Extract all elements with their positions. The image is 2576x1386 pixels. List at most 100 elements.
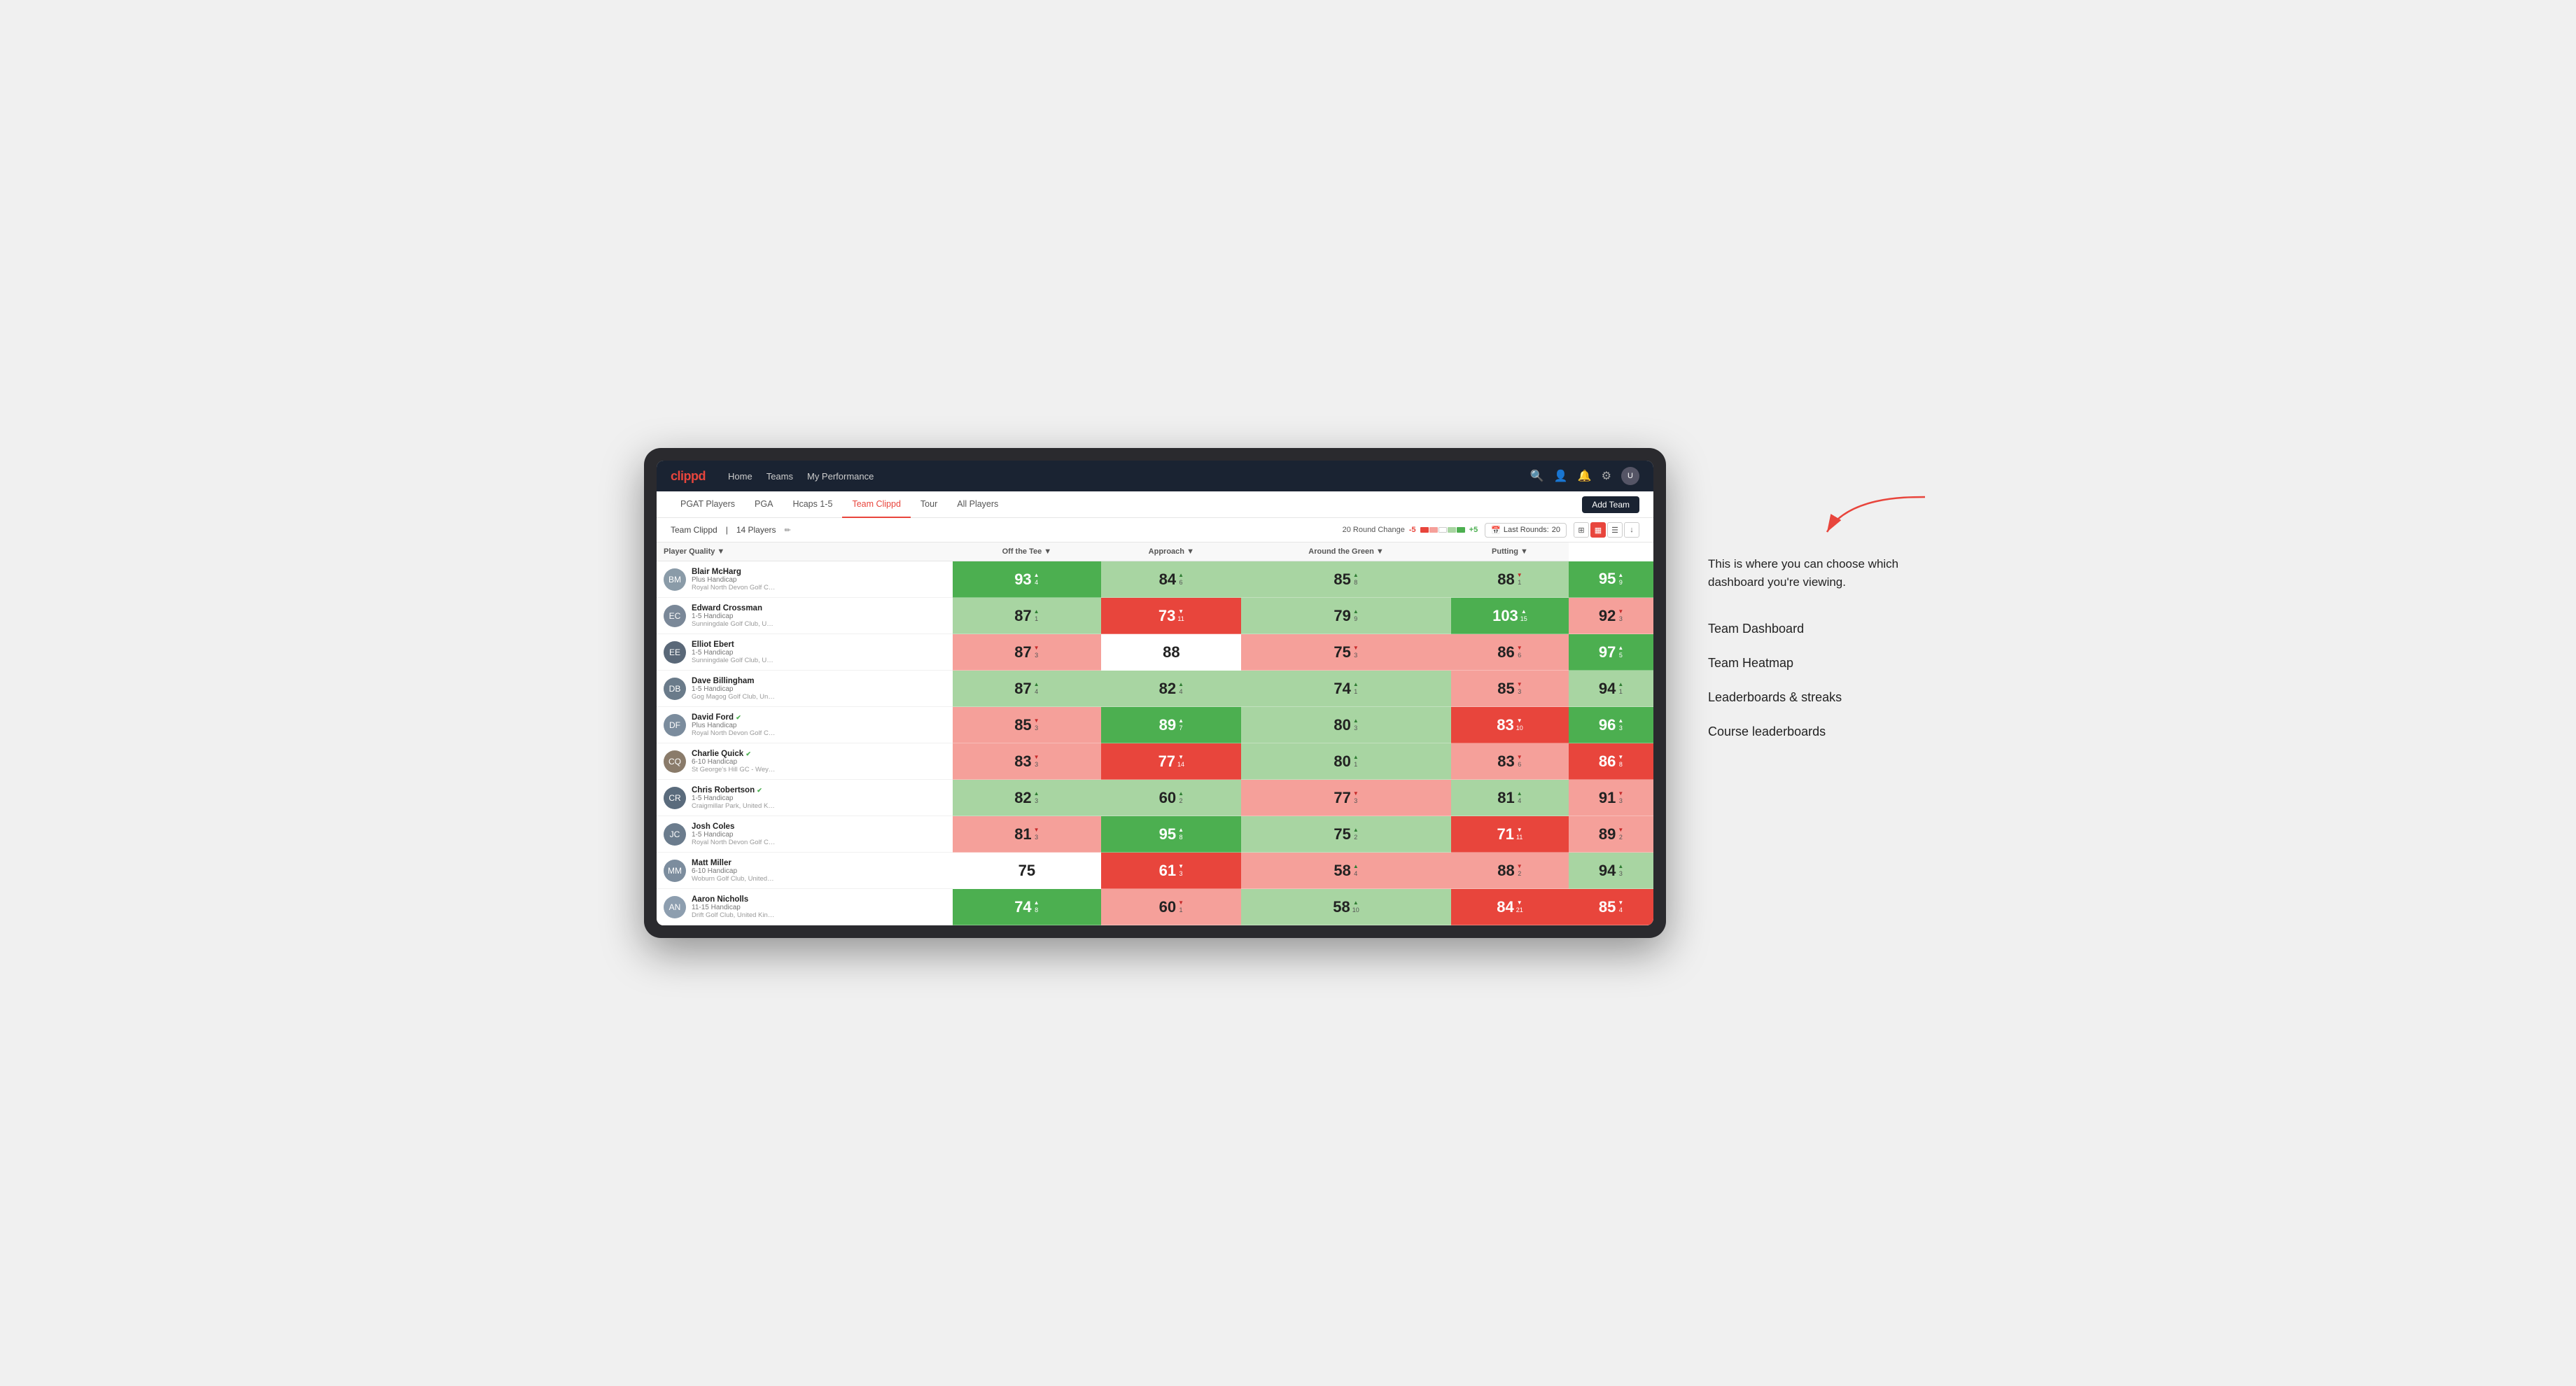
metric-inner: 89 ▲ 7 bbox=[1101, 707, 1241, 743]
metric-change: ▼ 2 bbox=[1618, 827, 1623, 841]
metric-inner: 94 ▲ 3 bbox=[1569, 853, 1653, 888]
col-header-putting[interactable]: Putting ▼ bbox=[1451, 542, 1569, 561]
metric-value: 77 bbox=[1334, 790, 1350, 806]
sub-nav-all-players[interactable]: All Players bbox=[947, 491, 1008, 518]
up-arrow: ▲ bbox=[1178, 681, 1184, 688]
metric-cell: 89 ▼ 2 bbox=[1569, 816, 1653, 853]
col-header-around[interactable]: Around the Green ▼ bbox=[1241, 542, 1450, 561]
down-arrow: ▼ bbox=[1178, 899, 1184, 906]
scale-red-1 bbox=[1420, 527, 1429, 533]
metric-inner: 92 ▼ 3 bbox=[1569, 598, 1653, 634]
metric-value: 81 bbox=[1014, 827, 1031, 842]
player-cell[interactable]: CQ Charlie Quick ✔ 6-10 Handicap St Geor… bbox=[657, 743, 953, 780]
metric-cell: 87 ▼ 3 bbox=[953, 634, 1102, 671]
player-avatar: EC bbox=[664, 605, 686, 627]
nav-link-home[interactable]: Home bbox=[728, 471, 752, 482]
avatar[interactable]: U bbox=[1621, 467, 1639, 485]
metric-cell: 58 ▲ 4 bbox=[1241, 853, 1450, 889]
metric-cell: 83 ▼ 10 bbox=[1451, 707, 1569, 743]
add-team-button[interactable]: Add Team bbox=[1582, 496, 1639, 513]
down-arrow: ▼ bbox=[1517, 827, 1522, 834]
user-icon[interactable]: 👤 bbox=[1554, 469, 1568, 483]
player-details: Chris Robertson ✔ 1-5 Handicap Craigmill… bbox=[692, 786, 946, 810]
player-name: Chris Robertson ✔ bbox=[692, 786, 946, 794]
nav-link-performance[interactable]: My Performance bbox=[807, 471, 874, 482]
sub-nav-pgat[interactable]: PGAT Players bbox=[671, 491, 745, 518]
view-list-icon[interactable]: ☰ bbox=[1607, 522, 1623, 538]
metric-value: 77 bbox=[1158, 754, 1175, 769]
metric-cell: 75 ▼ 3 bbox=[1241, 634, 1450, 671]
metric-change: ▲ 3 bbox=[1618, 863, 1623, 877]
metric-cell: 83 ▼ 3 bbox=[953, 743, 1102, 780]
player-cell[interactable]: DF David Ford ✔ Plus Handicap Royal Nort… bbox=[657, 707, 953, 743]
player-info: CR Chris Robertson ✔ 1-5 Handicap Craigm… bbox=[664, 786, 946, 810]
metric-change: ▼ 10 bbox=[1516, 718, 1523, 732]
player-handicap: 1-5 Handicap bbox=[692, 794, 946, 802]
player-name: Charlie Quick ✔ bbox=[692, 750, 946, 758]
player-cell[interactable]: MM Matt Miller 6-10 Handicap Woburn Golf… bbox=[657, 853, 953, 889]
metric-inner: 86 ▼ 6 bbox=[1451, 634, 1569, 670]
player-cell[interactable]: CR Chris Robertson ✔ 1-5 Handicap Craigm… bbox=[657, 780, 953, 816]
settings-icon[interactable]: ⚙ bbox=[1602, 469, 1611, 483]
player-cell[interactable]: EE Elliot Ebert 1-5 Handicap Sunningdale… bbox=[657, 634, 953, 671]
metric-inner: 88 bbox=[1101, 634, 1241, 670]
metric-change: ▲ 10 bbox=[1352, 899, 1359, 913]
metric-cell: 85 ▼ 4 bbox=[1569, 889, 1653, 925]
metric-cell: 85 ▼ 3 bbox=[1451, 671, 1569, 707]
metric-cell: 89 ▲ 7 bbox=[1101, 707, 1241, 743]
last-rounds-button[interactable]: 📅 Last Rounds: 20 bbox=[1485, 523, 1567, 538]
player-details: Matt Miller 6-10 Handicap Woburn Golf Cl… bbox=[692, 859, 946, 883]
metric-change: ▼ 3 bbox=[1618, 608, 1623, 622]
metric-inner: 75 ▲ 2 bbox=[1241, 816, 1450, 852]
nav-link-teams[interactable]: Teams bbox=[766, 471, 793, 482]
metric-cell: 80 ▲ 3 bbox=[1241, 707, 1450, 743]
metric-change: ▲ 3 bbox=[1034, 790, 1040, 804]
metric-inner: 88 ▼ 1 bbox=[1451, 561, 1569, 597]
metric-change: ▲ 2 bbox=[1178, 790, 1184, 804]
player-count: 14 Players bbox=[736, 525, 776, 535]
metric-change: ▲ 9 bbox=[1618, 572, 1623, 586]
player-cell[interactable]: DB Dave Billingham 1-5 Handicap Gog Mago… bbox=[657, 671, 953, 707]
metric-cell: 94 ▲ 3 bbox=[1569, 853, 1653, 889]
down-arrow: ▼ bbox=[1618, 827, 1623, 834]
sub-nav-tour[interactable]: Tour bbox=[911, 491, 947, 518]
scale-green-1 bbox=[1448, 527, 1456, 533]
metric-inner: 85 ▼ 4 bbox=[1569, 889, 1653, 925]
player-cell[interactable]: BM Blair McHarg Plus Handicap Royal Nort… bbox=[657, 561, 953, 598]
metric-cell: 92 ▼ 3 bbox=[1569, 598, 1653, 634]
up-arrow: ▲ bbox=[1618, 863, 1623, 870]
metric-inner: 87 ▲ 1 bbox=[953, 598, 1102, 634]
view-table-icon[interactable]: ▦ bbox=[1590, 522, 1606, 538]
metric-cell: 71 ▼ 11 bbox=[1451, 816, 1569, 853]
metric-inner: 71 ▼ 11 bbox=[1451, 816, 1569, 852]
down-arrow: ▼ bbox=[1618, 790, 1623, 797]
player-cell[interactable]: AN Aaron Nicholls 11-15 Handicap Drift G… bbox=[657, 889, 953, 925]
metric-cell: 95 ▲ 8 bbox=[1101, 816, 1241, 853]
metric-inner: 60 ▲ 2 bbox=[1101, 780, 1241, 816]
metric-inner: 84 ▲ 6 bbox=[1101, 561, 1241, 597]
col-header-tee[interactable]: Off the Tee ▼ bbox=[953, 542, 1102, 561]
col-header-player[interactable]: Player Quality ▼ bbox=[657, 542, 953, 561]
sub-nav-team-clippd[interactable]: Team Clippd bbox=[842, 491, 910, 518]
metric-inner: 93 ▲ 4 bbox=[953, 561, 1102, 597]
sub-nav-hcaps[interactable]: Hcaps 1-5 bbox=[783, 491, 842, 518]
up-arrow: ▲ bbox=[1353, 754, 1359, 761]
col-header-approach[interactable]: Approach ▼ bbox=[1101, 542, 1241, 561]
sub-nav-pga[interactable]: PGA bbox=[745, 491, 783, 518]
metric-inner: 85 ▼ 3 bbox=[953, 707, 1102, 743]
round-change: 20 Round Change -5 +5 bbox=[1343, 526, 1478, 534]
edit-icon[interactable]: ✏ bbox=[785, 526, 791, 535]
player-cell[interactable]: EC Edward Crossman 1-5 Handicap Sunningd… bbox=[657, 598, 953, 634]
metric-value: 93 bbox=[1014, 572, 1031, 587]
metric-value: 94 bbox=[1599, 863, 1616, 878]
metric-change: ▼ 6 bbox=[1517, 754, 1522, 768]
player-cell[interactable]: JC Josh Coles 1-5 Handicap Royal North D… bbox=[657, 816, 953, 853]
metric-value: 96 bbox=[1599, 718, 1616, 733]
up-arrow: ▲ bbox=[1353, 899, 1359, 906]
search-icon[interactable]: 🔍 bbox=[1530, 469, 1544, 483]
metric-value: 85 bbox=[1334, 572, 1350, 587]
bell-icon[interactable]: 🔔 bbox=[1578, 469, 1592, 483]
view-download-icon[interactable]: ↓ bbox=[1624, 522, 1639, 538]
view-grid-icon[interactable]: ⊞ bbox=[1574, 522, 1589, 538]
metric-value: 80 bbox=[1334, 754, 1350, 769]
